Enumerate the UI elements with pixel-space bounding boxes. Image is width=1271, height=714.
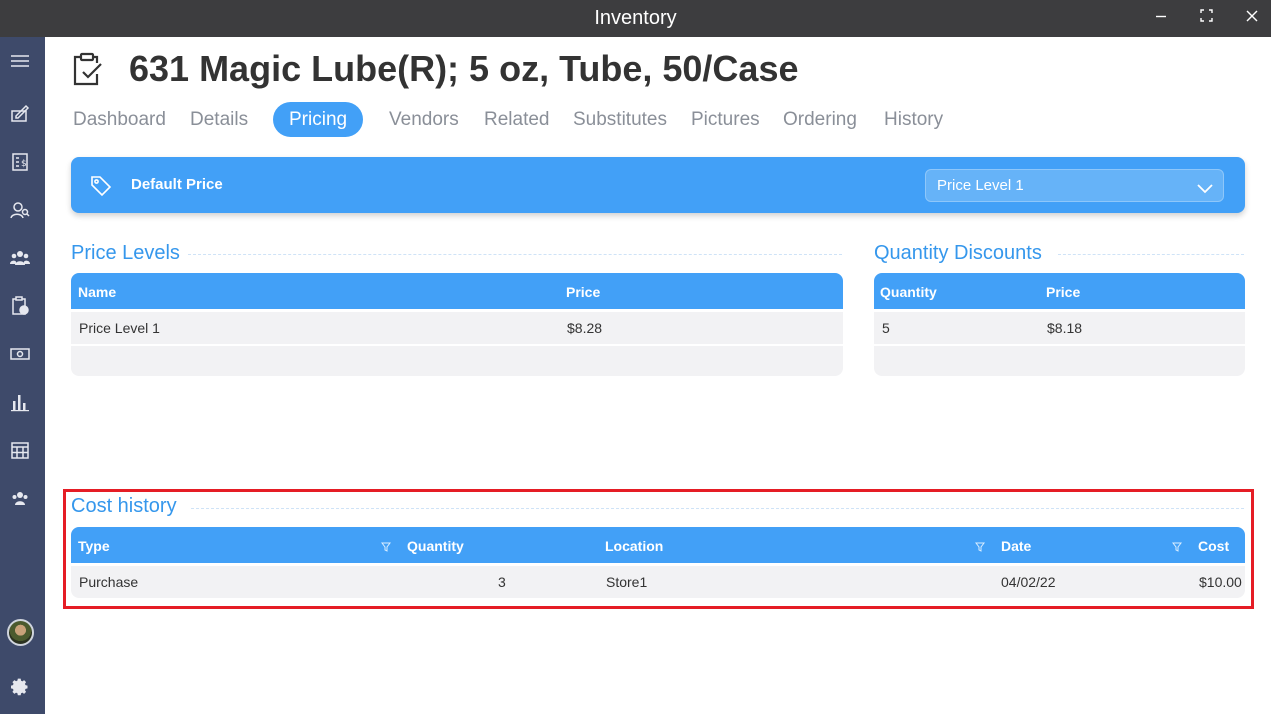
cell-price: $8.18: [1047, 320, 1083, 336]
table-row[interactable]: 5 $8.18: [874, 312, 1245, 344]
column-header-price[interactable]: Price: [1046, 284, 1080, 300]
price-level-dropdown[interactable]: Price Level 1: [925, 169, 1224, 202]
default-price-label: Default Price: [131, 176, 223, 193]
quantity-discounts-title: Quantity Discounts: [874, 242, 1042, 264]
grid-header: Quantity Price: [874, 273, 1245, 309]
price-level-selected: Price Level 1: [937, 177, 1024, 194]
svg-text:$: $: [21, 159, 27, 169]
empty-row: [71, 346, 843, 376]
tab-vendors[interactable]: Vendors: [389, 102, 459, 137]
employees-icon[interactable]: [10, 488, 30, 508]
highlight-box: [63, 489, 1254, 609]
clipboard-check-icon: [72, 52, 104, 86]
title-bar: Inventory: [0, 0, 1271, 37]
price-levels-title: Price Levels: [71, 242, 180, 264]
reports-chart-icon[interactable]: [10, 392, 30, 412]
window-title: Inventory: [594, 7, 677, 29]
price-tag-icon: [90, 175, 112, 197]
section-divider: [188, 254, 842, 255]
sidebar: $: [0, 37, 45, 714]
empty-row: [874, 346, 1245, 376]
calendar-icon[interactable]: [10, 440, 30, 460]
close-icon[interactable]: [1240, 6, 1264, 30]
tab-dashboard[interactable]: Dashboard: [73, 102, 166, 137]
sign-document-icon[interactable]: [10, 104, 30, 124]
money-icon[interactable]: [10, 344, 30, 364]
column-header-quantity[interactable]: Quantity: [880, 284, 937, 300]
default-price-bar: Default Price Price Level 1: [71, 157, 1245, 213]
user-avatar[interactable]: [7, 619, 34, 646]
customer-search-icon[interactable]: [10, 200, 30, 220]
maximize-icon[interactable]: [1194, 6, 1218, 30]
tab-pricing[interactable]: Pricing: [273, 102, 364, 137]
tab-pictures[interactable]: Pictures: [691, 102, 760, 137]
gear-icon[interactable]: [9, 676, 31, 698]
minimize-icon[interactable]: [1149, 6, 1173, 30]
column-header-name[interactable]: Name: [78, 284, 116, 300]
table-row[interactable]: Price Level 1 $8.28: [71, 312, 843, 344]
tab-substitutes[interactable]: Substitutes: [573, 102, 667, 137]
section-divider: [1058, 254, 1244, 255]
cell-price: $8.28: [567, 320, 603, 336]
cell-quantity: 5: [882, 320, 890, 336]
tab-details[interactable]: Details: [190, 102, 248, 137]
page-title: 631 Magic Lube(R); 5 oz, Tube, 50/Case: [129, 48, 799, 89]
tab-history[interactable]: History: [884, 102, 943, 137]
cell-name: Price Level 1: [79, 320, 160, 336]
chevron-down-icon: [1196, 177, 1214, 195]
column-header-price[interactable]: Price: [566, 284, 600, 300]
people-group-icon[interactable]: [10, 248, 30, 268]
grid-header: Name Price: [71, 273, 843, 309]
tab-related[interactable]: Related: [484, 102, 550, 137]
invoice-dollar-icon[interactable]: $: [10, 152, 30, 172]
hamburger-menu-icon[interactable]: [10, 51, 30, 71]
inventory-clipboard-icon[interactable]: [10, 296, 30, 316]
tab-ordering[interactable]: Ordering: [783, 102, 857, 137]
